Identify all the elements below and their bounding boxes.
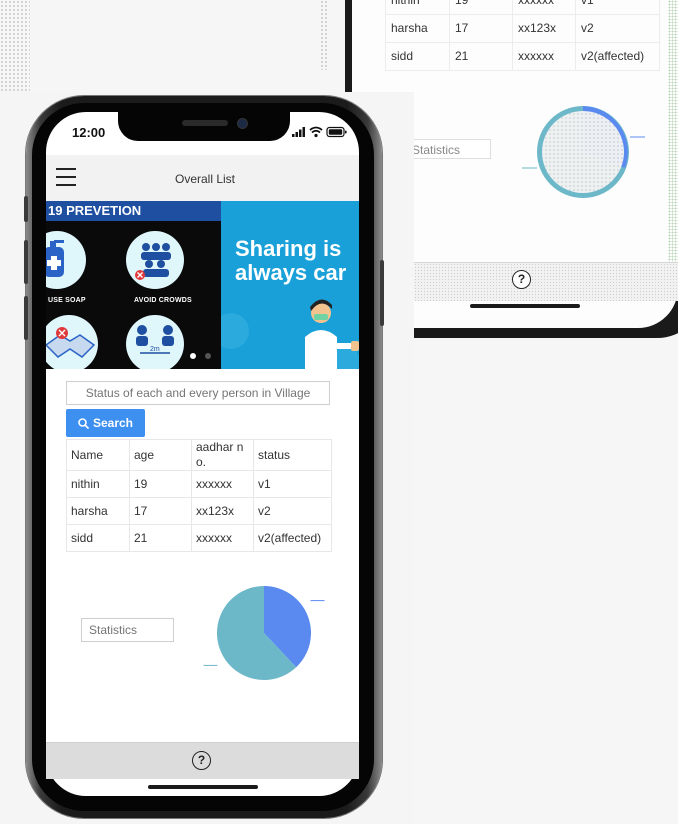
background-home-indicator (470, 304, 580, 308)
cell-status: v1 (253, 470, 332, 498)
background-pie-overlay (542, 111, 624, 193)
cell-name: sidd (66, 524, 130, 552)
banner-headline: Sharing is always car (235, 236, 347, 285)
distance-label: 2m (150, 346, 160, 353)
soap-icon (46, 231, 86, 289)
cell-name: harsha (66, 497, 130, 525)
column-header-status: status (253, 439, 332, 471)
background-dots (0, 0, 30, 92)
cell-status: v2(affected) (253, 524, 332, 552)
table-row: harsha 17 xx123x v2 (385, 14, 660, 43)
cell-age: 21 (129, 524, 192, 552)
phone-side-button (24, 196, 28, 222)
statistics-pie-chart (203, 586, 325, 680)
table-row[interactable]: nithin 19 xxxxxx v1 (66, 470, 332, 498)
column-header-name: Name (66, 439, 130, 471)
search-icon (78, 418, 89, 430)
battery-icon (326, 126, 347, 138)
column-header-aadhar: aadhar n o. (191, 439, 254, 471)
status-time: 12:00 (72, 125, 106, 140)
banner-carousel[interactable]: 19 PREVETION USE SOAP AVOID CROWDS 2m Sh… (46, 201, 359, 369)
background-pie-chart (522, 106, 645, 198)
background-dots-mid (320, 0, 328, 70)
cell-name: nithin (66, 470, 130, 498)
banner-right-panel: Sharing is always car (221, 201, 359, 369)
table-row[interactable]: harsha 17 xx123x v2 (66, 497, 332, 525)
cell-age: 19 (129, 470, 192, 498)
search-input[interactable] (66, 381, 330, 405)
carousel-dot-active[interactable] (190, 353, 196, 359)
phone-side-button (24, 240, 28, 284)
phone-side-button (24, 296, 28, 340)
table-row[interactable]: sidd 21 xxxxxx v2(affected) (66, 524, 332, 552)
background-dots-right (668, 0, 678, 262)
crowd-icon (126, 231, 184, 289)
cell-age: 17 (129, 497, 192, 525)
background-table: nithin 19 xxxxxx v1 harsha 17 xx123x v2 … (385, 0, 660, 71)
cell-aadhar: xxxxxx (191, 470, 254, 498)
status-icons (292, 126, 347, 138)
banner-left-panel: 19 PREVETION USE SOAP AVOID CROWDS 2m (46, 201, 223, 369)
distance-icon: 2m (126, 315, 184, 369)
banner-background-art (221, 299, 359, 369)
column-header-age: age (129, 439, 192, 471)
background-help-icon: ? (512, 270, 531, 289)
phone-side-button (380, 260, 384, 326)
handshake-icon (46, 315, 98, 369)
signal-icon (292, 127, 305, 137)
banner-caption: AVOID CROWDS (134, 297, 192, 304)
table-row: sidd 21 xxxxxx v2(affected) (385, 42, 660, 71)
carousel-dot[interactable] (205, 353, 211, 359)
background-fade (414, 338, 678, 348)
background-statistics-field: Statistics (407, 139, 491, 159)
speaker-grille (182, 120, 228, 126)
wifi-icon (309, 126, 323, 138)
phone-notch (118, 112, 290, 141)
statistics-field[interactable] (81, 618, 174, 642)
page-title: Overall List (174, 172, 236, 186)
table-row: nithin 19 xxxxxx v1 (385, 0, 660, 15)
banner-caption: USE SOAP (48, 297, 86, 304)
front-camera (237, 118, 248, 129)
table-header-row: Name age aadhar n o. status (66, 439, 332, 471)
people-status-table: Name age aadhar n o. status nithin 19 xx… (66, 439, 332, 552)
cell-aadhar: xxxxxx (191, 524, 254, 552)
help-icon[interactable]: ? (192, 751, 211, 770)
search-button[interactable]: Search (66, 409, 145, 437)
banner-title: 19 PREVETION (46, 201, 223, 221)
background-footer (414, 262, 678, 301)
cell-aadhar: xx123x (191, 497, 254, 525)
cell-status: v2 (253, 497, 332, 525)
home-indicator (148, 785, 258, 789)
